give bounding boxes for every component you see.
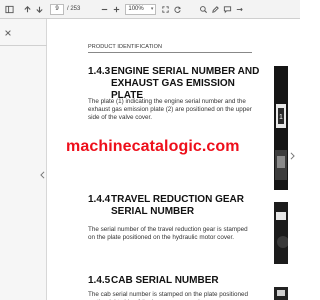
fit-icon[interactable] bbox=[159, 2, 171, 16]
figure-label: 1 bbox=[279, 114, 283, 121]
cab-plate-photo bbox=[274, 287, 288, 300]
section-title: TRAVEL REDUCTION GEAR SERIAL NUMBER bbox=[111, 194, 244, 217]
menu-icon[interactable] bbox=[233, 2, 245, 16]
page-down-icon[interactable] bbox=[33, 2, 45, 16]
section-body: The serial number of the travel reductio… bbox=[88, 226, 248, 242]
zoom-value: 100% bbox=[128, 6, 144, 12]
rotate-icon[interactable] bbox=[171, 2, 183, 16]
pdf-toolbar: 9 / 253 100% ▾ bbox=[0, 0, 300, 19]
panel-toggle-icon[interactable] bbox=[3, 2, 15, 16]
section-number: 1.4.5 bbox=[88, 275, 111, 286]
section-title: CAB SERIAL NUMBER bbox=[111, 275, 219, 286]
page-total: / 253 bbox=[67, 6, 81, 12]
chevron-right-icon[interactable] bbox=[289, 147, 296, 160]
section-body: The plate (1) indicating the engine seri… bbox=[88, 98, 252, 122]
watermark-text: machinecatalogic.com bbox=[66, 138, 240, 155]
thumbnail-panel bbox=[0, 19, 47, 300]
page-number-input[interactable]: 9 bbox=[50, 3, 64, 15]
section-body: The cab serial number is stamped on the … bbox=[88, 291, 248, 300]
zoom-in-icon[interactable] bbox=[110, 2, 122, 16]
header-rule bbox=[88, 52, 252, 53]
zoom-out-icon[interactable] bbox=[98, 2, 110, 16]
section-title: ENGINE SERIAL NUMBER AND EXHAUST GAS EMI… bbox=[111, 66, 260, 101]
document-page: PRODUCT IDENTIFICATION 1.4.3 ENGINE SERI… bbox=[52, 19, 288, 300]
engine-plate-photo: 1 bbox=[274, 66, 288, 190]
comment-icon[interactable] bbox=[221, 2, 233, 16]
section-number: 1.4.3 bbox=[88, 66, 111, 77]
chevron-left-icon[interactable] bbox=[39, 166, 46, 179]
current-page: 9 bbox=[55, 6, 59, 12]
page-up-icon[interactable] bbox=[21, 2, 33, 16]
page-header: PRODUCT IDENTIFICATION bbox=[88, 44, 163, 50]
chevron-down-icon: ▾ bbox=[150, 6, 154, 12]
section-number: 1.4.4 bbox=[88, 194, 111, 205]
close-icon[interactable] bbox=[4, 24, 12, 36]
zoom-select[interactable]: 100% ▾ bbox=[125, 3, 157, 15]
reduction-gear-photo bbox=[274, 202, 288, 264]
panel-divider bbox=[0, 45, 47, 46]
search-icon[interactable] bbox=[197, 2, 209, 16]
pen-icon[interactable] bbox=[209, 2, 221, 16]
